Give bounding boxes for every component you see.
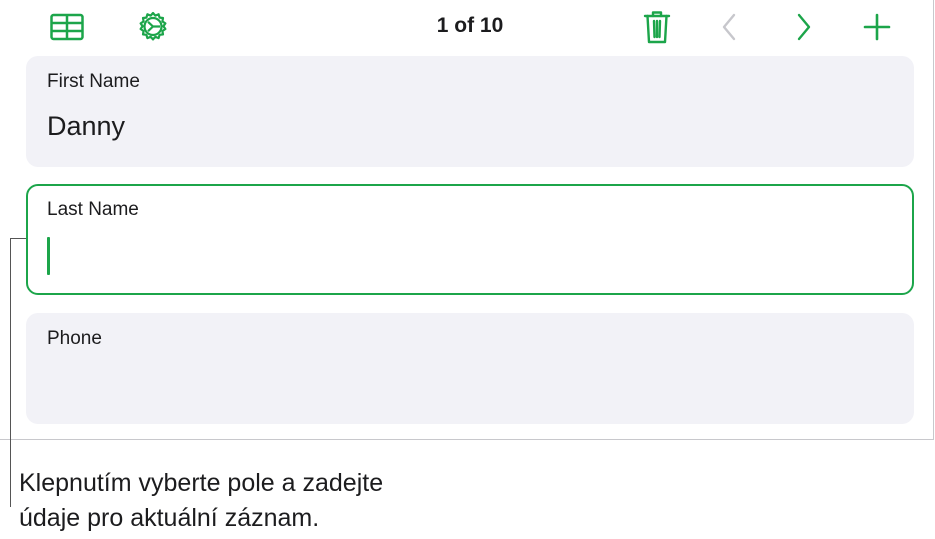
chevron-right-icon <box>797 13 811 41</box>
field-label: First Name <box>47 71 140 92</box>
delete-record-button[interactable] <box>640 8 674 46</box>
previous-record-button[interactable] <box>714 10 744 44</box>
next-record-button[interactable] <box>789 10 819 44</box>
table-grid-icon <box>50 13 84 41</box>
plus-icon <box>863 13 891 41</box>
add-record-button[interactable] <box>860 10 894 44</box>
field-last-name[interactable]: Last Name <box>26 184 914 295</box>
record-panel: 1 of 10 First Name Danny Last Name Phone <box>0 0 934 440</box>
field-value[interactable]: Danny <box>47 111 125 142</box>
trash-icon <box>643 11 671 44</box>
form-settings-button[interactable] <box>134 8 172 46</box>
toolbar: 1 of 10 <box>0 0 934 54</box>
table-view-button[interactable] <box>48 10 86 44</box>
callout-line-2: údaje pro aktuální záznam. <box>19 504 320 532</box>
field-first-name[interactable]: First Name Danny <box>26 56 914 167</box>
callout-leader-vertical <box>10 238 11 507</box>
settings-gear-icon <box>139 11 167 41</box>
callout-leader-horizontal <box>10 238 26 239</box>
text-cursor <box>47 237 50 275</box>
field-label: Last Name <box>47 199 139 220</box>
callout-text: Klepnutím vyberte pole a zadejte údaje p… <box>19 466 499 536</box>
field-label: Phone <box>47 328 102 349</box>
stage: 1 of 10 First Name Danny Last Name Phone… <box>0 0 935 539</box>
callout-line-1: Klepnutím vyberte pole a zadejte <box>19 469 384 497</box>
field-phone[interactable]: Phone <box>26 313 914 424</box>
record-position: 1 of 10 <box>436 14 504 37</box>
chevron-left-icon <box>722 13 736 41</box>
